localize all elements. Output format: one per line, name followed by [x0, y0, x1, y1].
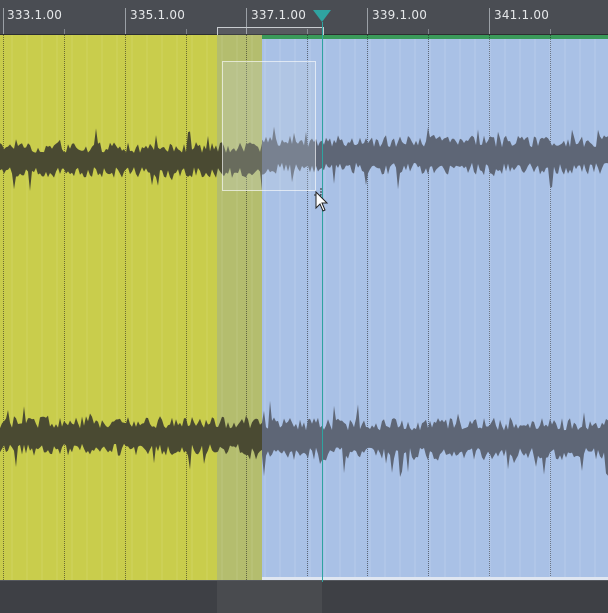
bar-tick	[367, 8, 368, 34]
playhead-line[interactable]	[322, 22, 323, 582]
crossfade-shade	[217, 581, 322, 613]
playhead-marker-icon[interactable]	[313, 10, 331, 22]
beat-tick	[64, 29, 65, 34]
audio-track-lane[interactable]	[0, 35, 608, 580]
marquee-selection[interactable]	[222, 61, 316, 191]
bar-label: 339.1.00	[372, 8, 428, 22]
arrange-window: 333.1.00 335.1.00 337.1.00 339.1.00 341.…	[0, 0, 608, 613]
waveform-channel-2-left	[0, 406, 262, 470]
bar-label: 337.1.00	[251, 8, 307, 22]
next-track-lane[interactable]	[0, 580, 608, 613]
beat-tick	[428, 29, 429, 34]
crossfade-range-bracket[interactable]	[217, 27, 324, 35]
bar-tick	[3, 8, 4, 34]
timeline-ruler[interactable]: 333.1.00 335.1.00 337.1.00 339.1.00 341.…	[0, 0, 608, 35]
bar-tick	[125, 8, 126, 34]
mouse-pointer-icon	[314, 188, 329, 212]
beat-tick	[186, 29, 187, 34]
bar-label: 341.1.00	[494, 8, 550, 22]
beat-tick	[550, 29, 551, 34]
bar-tick	[489, 8, 490, 34]
bar-label: 333.1.00	[7, 8, 63, 22]
bar-label: 335.1.00	[130, 8, 186, 22]
waveform-channel-2-right	[262, 400, 608, 477]
